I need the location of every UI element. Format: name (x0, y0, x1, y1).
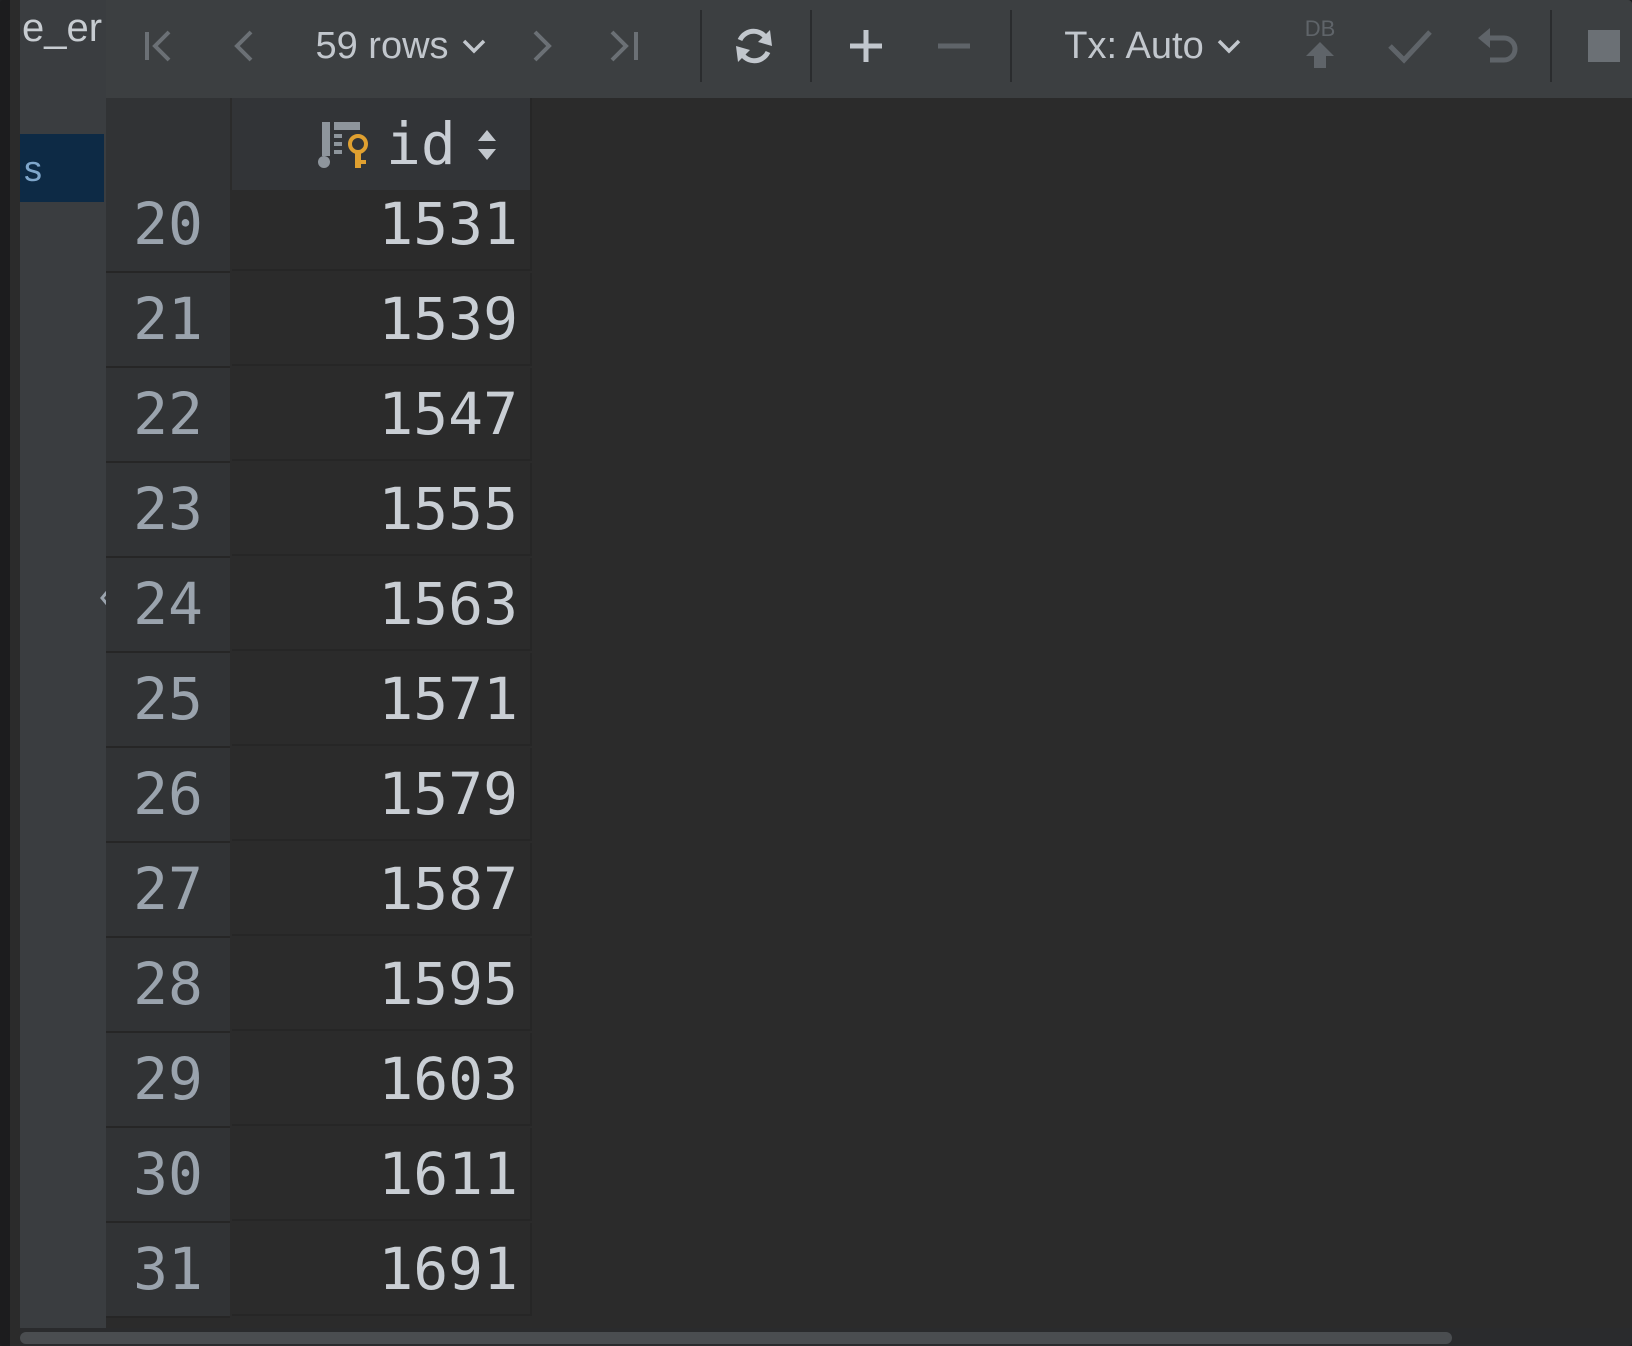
stop-button[interactable] (1576, 18, 1632, 74)
table-row[interactable]: 26 1579 (106, 748, 532, 843)
refresh-icon (736, 28, 772, 64)
first-page-button[interactable] (134, 18, 184, 74)
toolbar-separator (1010, 10, 1012, 82)
row-number[interactable]: 30 (106, 1128, 230, 1223)
cell-id[interactable]: 1555 (232, 463, 532, 556)
row-number[interactable]: 31 (106, 1223, 230, 1318)
table-row[interactable]: 28 1595 (106, 938, 532, 1033)
checkmark-icon (1388, 30, 1432, 64)
panel-title: e_er (22, 6, 103, 50)
transaction-mode-dropdown[interactable]: Tx: Auto (1056, 18, 1252, 74)
data-editor-window: e_er s 59 rows Tx: Auto DB id 20 1531 21… (0, 0, 1632, 1346)
cell-id[interactable]: 1539 (232, 273, 532, 366)
cell-id[interactable]: 1587 (232, 843, 532, 936)
column-name: id (386, 110, 456, 178)
row-number[interactable]: 24 (106, 558, 230, 653)
table-row[interactable]: 27 1587 (106, 843, 532, 938)
table-row[interactable]: 24 1563 (106, 558, 532, 653)
grid-rows: 20 1531 21 1539 22 1547 23 1555 24 1563 25 1571 26 15… (106, 190, 532, 1328)
cell-id[interactable]: 1611 (232, 1128, 532, 1221)
result-grid: id 20 1531 21 1539 22 1547 23 1555 24 1563 25 1571 2… (106, 98, 1632, 1328)
row-count-label: 59 rows (315, 24, 449, 67)
chevron-down-icon (1217, 39, 1240, 54)
row-number[interactable]: 23 (106, 463, 230, 558)
cell-id[interactable]: 1595 (232, 938, 532, 1031)
horizontal-scrollbar[interactable] (20, 1328, 1632, 1346)
toolbar-separator (1550, 10, 1552, 82)
table-row[interactable]: 23 1555 (106, 463, 532, 558)
row-number[interactable]: 25 (106, 653, 230, 748)
scrollbar-thumb[interactable] (20, 1332, 1452, 1344)
page-size-dropdown[interactable]: 59 rows (302, 18, 502, 74)
row-number[interactable]: 20 (106, 190, 230, 273)
row-number[interactable]: 27 (106, 843, 230, 938)
table-row[interactable]: 20 1531 (106, 190, 532, 273)
first-page-icon (145, 30, 171, 62)
table-row[interactable]: 21 1539 (106, 273, 532, 368)
row-number[interactable]: 26 (106, 748, 230, 843)
cell-id[interactable]: 1691 (232, 1223, 532, 1316)
db-badge: DB (1304, 16, 1336, 41)
minus-icon (938, 43, 970, 49)
upload-arrow-icon (1306, 42, 1334, 68)
undo-icon (1478, 28, 1518, 63)
row-number[interactable]: 22 (106, 368, 230, 463)
sort-toggle-icon[interactable] (476, 128, 498, 167)
chevron-down-icon (462, 39, 485, 54)
row-number[interactable]: 21 (106, 273, 230, 368)
table-row[interactable]: 25 1571 (106, 653, 532, 748)
last-page-button[interactable] (594, 18, 654, 74)
refresh-button[interactable] (726, 18, 782, 74)
chevron-left-icon (234, 30, 253, 62)
add-row-button[interactable] (838, 18, 894, 74)
cell-id[interactable]: 1603 (232, 1033, 532, 1126)
table-row[interactable]: 30 1611 (106, 1128, 532, 1223)
cell-id[interactable]: 1571 (232, 653, 532, 746)
cell-id[interactable]: 1531 (232, 190, 532, 271)
delete-row-button[interactable] (926, 18, 982, 74)
cell-id[interactable]: 1547 (232, 368, 532, 461)
next-page-button[interactable] (516, 18, 566, 74)
cell-id[interactable]: 1579 (232, 748, 532, 841)
selected-tree-item[interactable]: s (20, 134, 104, 202)
table-row[interactable]: 29 1603 (106, 1033, 532, 1128)
selected-tree-item-label: s (24, 148, 42, 189)
column-header-id[interactable]: id (232, 98, 532, 190)
toolbar-separator (700, 10, 702, 82)
data-toolbar: 59 rows Tx: Auto DB (106, 0, 1632, 99)
primary-key-column-icon (316, 120, 372, 175)
previous-page-button[interactable] (220, 18, 270, 74)
commit-button[interactable] (1380, 18, 1440, 74)
submit-to-db-button[interactable]: DB (1292, 12, 1348, 76)
plus-icon (850, 30, 882, 62)
chevron-right-icon (533, 30, 552, 62)
grid-corner-cell[interactable] (106, 98, 230, 190)
rollback-button[interactable] (1468, 18, 1528, 74)
last-page-icon (610, 30, 638, 62)
cell-id[interactable]: 1563 (232, 558, 532, 651)
row-number[interactable]: 29 (106, 1033, 230, 1128)
tx-mode-label: Tx: Auto (1064, 24, 1204, 67)
table-row[interactable]: 31 1691 (106, 1223, 532, 1318)
table-row[interactable]: 22 1547 (106, 368, 532, 463)
toolbar-separator (810, 10, 812, 82)
left-tool-panel: e_er s (20, 0, 106, 1346)
row-number[interactable]: 28 (106, 938, 230, 1033)
stop-icon (1588, 30, 1620, 62)
